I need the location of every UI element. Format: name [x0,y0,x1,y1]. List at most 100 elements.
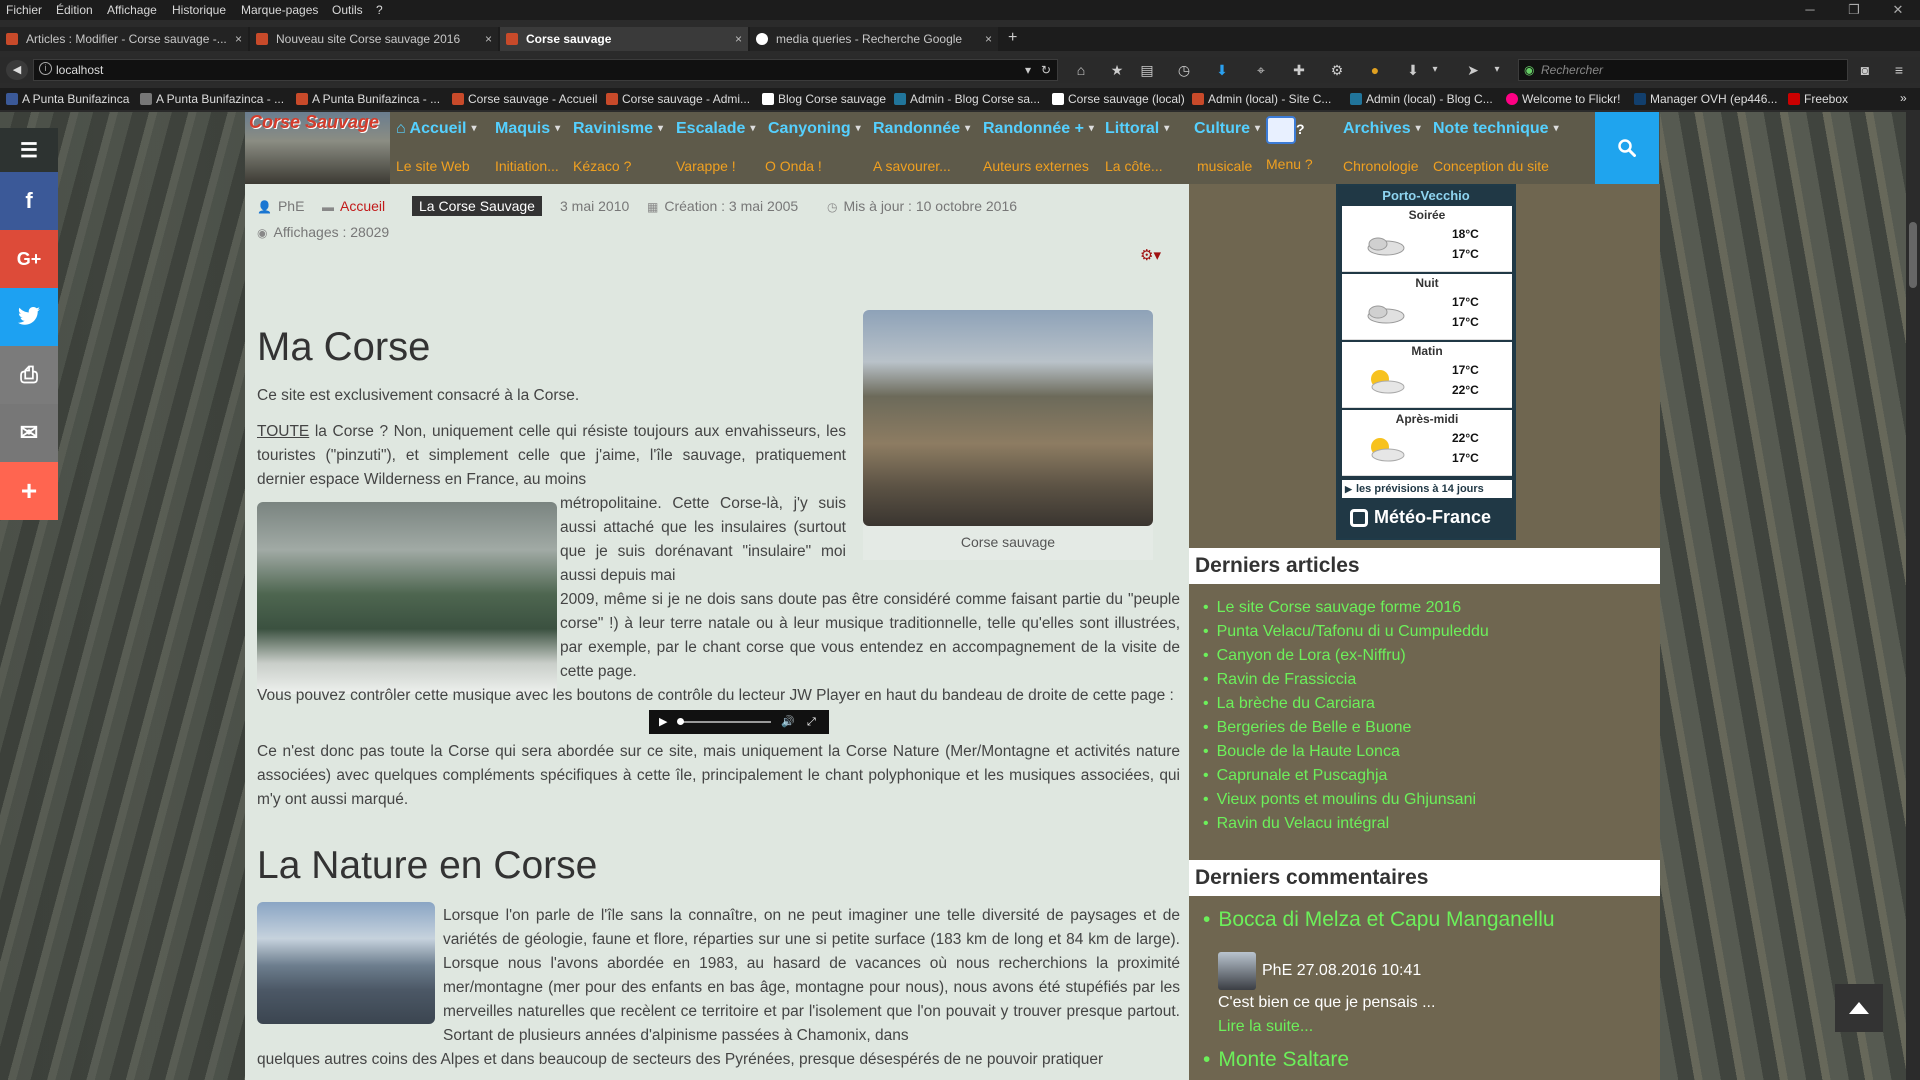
close-tab-icon[interactable]: × [735,27,742,51]
chevron-down-icon[interactable]: ▾ [1424,60,1446,80]
print-icon[interactable]: ⎙ [0,346,58,404]
latest-article-link[interactable]: Caprunale et Puscaghja [1203,764,1489,788]
comment-article-link[interactable]: • Monte Saltare [1203,1048,1349,1072]
settings-gear-icon[interactable]: ⚙ [1326,60,1348,80]
bookmark-item[interactable]: A Punta Bunifazinca [6,92,129,106]
close-tab-icon[interactable]: × [485,27,492,51]
menu-outils[interactable]: Outils [332,3,363,17]
latest-article-link[interactable]: Canyon de Lora (ex-Niffru) [1203,644,1489,668]
fullscreen-icon[interactable]: ⤢ [807,710,816,734]
twitter-share-icon[interactable] [0,288,58,346]
bookmark-item[interactable]: Corse sauvage - Admi... [606,92,750,106]
latest-article-link[interactable]: Le site Corse sauvage forme 2016 [1203,596,1489,620]
chevron-down-icon[interactable]: ▾ [1486,60,1508,80]
latest-article-link[interactable]: La brèche du Carciara [1203,692,1489,716]
latest-article-link[interactable]: Bergeries de Belle e Buone [1203,716,1489,740]
nav-accueil[interactable]: ⌂ Accueil ▾ Le site Web [396,120,476,174]
nav-menu-help[interactable]: ? Menu ? [1266,116,1313,172]
menu-affichage[interactable]: Affichage [107,3,157,17]
nav-escalade[interactable]: Escalade ▾ Varappe ! [676,120,755,174]
nav-randonnee-plus[interactable]: Randonnée + ▾ Auteurs externes [983,120,1094,174]
nav-littoral[interactable]: Littoral ▾ La côte... [1105,120,1169,174]
scrollbar-thumb[interactable] [1909,222,1917,288]
nav-canyoning[interactable]: Canyoning ▾ O Onda ! [765,120,861,174]
read-more-link[interactable]: Lire la suite... [1218,1018,1313,1036]
close-tab-icon[interactable]: × [235,27,242,51]
nav-archives[interactable]: Archives ▾ Chronologie [1343,120,1421,174]
article-tools-gear-icon[interactable]: ⚙▾ [1140,246,1161,264]
extension-color-icon[interactable]: ● [1364,60,1386,80]
scroll-to-top-button[interactable] [1835,984,1883,1032]
dropdown-arrow-icon[interactable]: ▾ [1025,60,1031,80]
menu-marque-pages[interactable]: Marque-pages [241,3,318,17]
menu-help[interactable]: ? [376,3,383,17]
back-button[interactable]: ◀ [6,60,28,80]
article-category-badge[interactable]: La Corse Sauvage [412,196,542,216]
bookmarks-list-icon[interactable]: ▤ [1136,60,1158,80]
article-category-parent[interactable]: ▬ Accueil [322,198,385,214]
corse-mountain-photo[interactable] [863,310,1153,526]
play-icon[interactable]: ▶ [659,710,667,734]
browser-search-input[interactable]: ◉ Rechercher [1518,59,1848,81]
latest-article-link[interactable]: Boucle de la Haute Lonca [1203,740,1489,764]
site-search-button[interactable] [1595,112,1659,184]
latest-article-link[interactable]: Ravin de Frassiccia [1203,668,1489,692]
close-window-icon[interactable]: ✕ [1876,0,1920,20]
menu-fichier[interactable]: Fichier [6,3,42,17]
facebook-share-icon[interactable]: f [0,172,58,230]
history-icon[interactable]: ◷ [1173,60,1195,80]
bookmark-item[interactable]: Corse sauvage (local) [1052,92,1185,106]
close-tab-icon[interactable]: × [985,27,992,51]
bookmark-star-icon[interactable]: ★ [1106,60,1128,80]
volume-icon[interactable]: 🔊 [781,710,795,734]
tab-nouveau-site[interactable]: Nouveau site Corse sauvage 2016 × [250,27,498,51]
comment-article-link[interactable]: • Bocca di Melza et Capu Manganellu [1203,908,1555,932]
restore-icon[interactable]: ❐ [1832,0,1876,20]
meteo-14-days-link[interactable]: ▶ les prévisions à 14 jours [1342,480,1512,498]
reload-icon[interactable]: ↻ [1041,60,1051,80]
menu-historique[interactable]: Historique [172,3,226,17]
nav-culture[interactable]: Culture ▾ musicale [1194,120,1260,174]
nav-ravinisme[interactable]: Ravinisme ▾ Kézaco ? [573,120,663,174]
latest-article-link[interactable]: Vieux ponts et moulins du Ghjunsani [1203,788,1489,812]
site-logo[interactable]: Corse Sauvage [245,112,390,184]
more-bookmarks-icon[interactable]: » [1900,91,1907,105]
send-icon[interactable]: ➤ [1462,60,1484,80]
tab-google-search[interactable]: media queries - Recherche Google × [750,27,998,51]
mountain-range-photo[interactable] [257,902,435,1024]
home-icon[interactable]: ⌂ [1070,60,1092,80]
googleplus-share-icon[interactable]: G+ [0,230,58,288]
new-tab-button[interactable]: + [1008,29,1017,47]
addons-icon[interactable]: ✚ [1288,60,1310,80]
meteo-france-logo[interactable]: Météo-France [1342,502,1512,532]
email-icon[interactable]: ✉ [0,404,58,462]
more-share-icon[interactable]: + [0,462,58,520]
bookmark-item[interactable]: Welcome to Flickr! [1506,92,1620,106]
bookmark-item[interactable]: A Punta Bunifazinca - ... [296,92,440,106]
nav-note-technique[interactable]: Note technique ▾ Conception du site [1433,120,1559,174]
hamburger-menu-icon[interactable]: ≡ [1888,60,1910,80]
meteo-widget[interactable]: Porto-Vecchio Soirée 18°C 17°C Nuit 17°C 1… [1336,184,1516,540]
bookmark-item[interactable]: Corse sauvage - Accueil [452,92,597,106]
screenshot-icon[interactable]: ⌖ [1250,60,1272,80]
download-icon[interactable]: ⬇ [1211,60,1233,80]
pocket-icon[interactable]: ◙ [1854,60,1876,80]
nav-randonnee[interactable]: Randonnée ▾ A savourer... [873,120,970,174]
bookmark-item[interactable]: Admin (local) - Site C... [1192,92,1331,106]
url-bar[interactable]: i localhost ▾ ↻ [33,59,1058,81]
bookmark-item[interactable]: Manager OVH (ep446... [1634,92,1777,106]
bookmark-item[interactable]: A Punta Bunifazinca - ... [140,92,284,106]
latest-article-link[interactable]: Punta Velacu/Tafonu di u Cumpuleddu [1203,620,1489,644]
tab-corse-sauvage[interactable]: Corse sauvage × [500,27,748,51]
menu-edition[interactable]: Édition [56,3,93,17]
nav-maquis[interactable]: Maquis ▾ Initiation... [495,120,560,174]
bookmark-item[interactable]: Admin - Blog Corse sa... [894,92,1040,106]
tab-articles[interactable]: Articles : Modifier - Corse sauvage -...… [0,27,248,51]
downloader-icon[interactable]: ⬇ [1402,60,1424,80]
share-menu-icon[interactable]: ☰ [0,128,58,172]
minimize-icon[interactable]: ─ [1788,0,1832,20]
progress-track[interactable] [679,721,771,723]
bookmark-item[interactable]: Blog Corse sauvage [762,92,886,106]
bookmark-item[interactable]: Freebox [1788,92,1848,106]
bookmark-item[interactable]: Admin (local) - Blog C... [1350,92,1493,106]
